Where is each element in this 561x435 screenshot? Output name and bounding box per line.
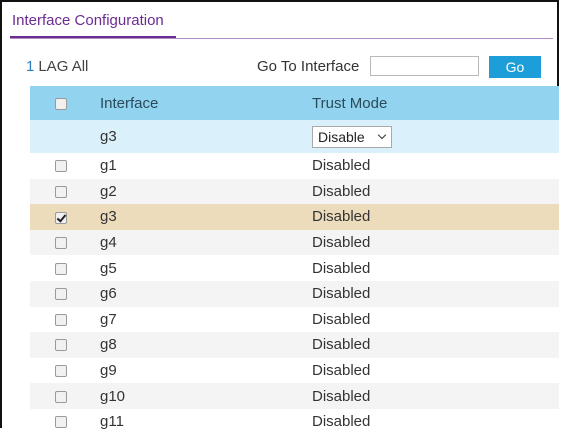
edit-row-check-cell bbox=[30, 120, 92, 153]
tab-interface-configuration[interactable]: Interface Configuration bbox=[12, 12, 164, 29]
table-row[interactable]: g5 Disabled bbox=[30, 255, 559, 281]
row-trust-mode: Disabled bbox=[312, 336, 371, 354]
table-row[interactable]: g7 Disabled bbox=[30, 306, 559, 333]
row-interface: g4 bbox=[100, 234, 117, 252]
row-checkbox[interactable] bbox=[55, 160, 67, 173]
go-button[interactable]: Go bbox=[489, 56, 541, 78]
row-interface: g2 bbox=[100, 182, 117, 200]
table-row[interactable]: g2 Disabled bbox=[30, 178, 559, 205]
row-trust-mode: Disabled bbox=[312, 157, 371, 175]
row-check-cell bbox=[30, 358, 92, 384]
row-interface: g1 bbox=[100, 157, 117, 175]
row-interface: g6 bbox=[100, 285, 117, 303]
row-trust-mode: Disabled bbox=[312, 182, 371, 200]
row-check-cell bbox=[30, 204, 92, 230]
row-checkbox[interactable] bbox=[55, 416, 67, 429]
row-check-cell bbox=[30, 281, 92, 307]
interface-table: Interface Trust Mode g3 Disable g1 Disabl… bbox=[30, 86, 559, 435]
row-interface: g5 bbox=[100, 259, 117, 277]
table-row[interactable]: g8 Disabled bbox=[30, 332, 559, 358]
row-checkbox[interactable] bbox=[55, 365, 67, 378]
row-check-cell bbox=[30, 409, 92, 435]
select-all-checkbox[interactable] bbox=[55, 97, 67, 110]
edit-row: g3 Disable bbox=[30, 120, 559, 153]
row-trust-mode: Disabled bbox=[312, 208, 371, 226]
row-checkbox[interactable] bbox=[55, 262, 67, 275]
row-checkbox[interactable] bbox=[55, 211, 67, 224]
column-header-trust-mode[interactable]: Trust Mode bbox=[302, 86, 559, 120]
row-interface: g3 bbox=[100, 208, 117, 226]
edit-row-trust-cell: Disable bbox=[302, 120, 559, 153]
row-checkbox[interactable] bbox=[55, 185, 67, 198]
header-select-all-cell bbox=[30, 86, 92, 120]
row-check-cell bbox=[30, 153, 92, 179]
lag-all-link[interactable]: LAG All bbox=[38, 58, 88, 75]
table-row[interactable]: g9 Disabled bbox=[30, 357, 559, 384]
row-check-cell bbox=[30, 383, 92, 409]
row-checkbox[interactable] bbox=[55, 237, 67, 250]
row-trust-mode: Disabled bbox=[312, 285, 371, 303]
row-trust-mode: Disabled bbox=[312, 310, 371, 328]
row-check-cell bbox=[30, 332, 92, 358]
row-check-cell bbox=[30, 307, 92, 333]
row-interface: g7 bbox=[100, 310, 117, 328]
row-trust-mode: Disabled bbox=[312, 362, 371, 380]
trust-mode-select-value: Disable bbox=[318, 128, 365, 145]
row-trust-mode: Disabled bbox=[312, 259, 371, 277]
row-interface: g10 bbox=[100, 387, 126, 405]
row-trust-mode: Disabled bbox=[312, 413, 371, 431]
table-row[interactable]: g1 Disabled bbox=[30, 153, 559, 179]
row-trust-mode: Disabled bbox=[312, 234, 371, 252]
table-row[interactable]: g11 Disabled bbox=[30, 408, 559, 435]
lag-filter[interactable]: 1 LAG All bbox=[26, 58, 88, 75]
row-checkbox[interactable] bbox=[55, 390, 67, 403]
row-trust-mode: Disabled bbox=[312, 387, 371, 405]
goto-interface-label: Go To Interface bbox=[257, 58, 360, 75]
edit-row-interface: g3 bbox=[100, 128, 117, 145]
title-divider bbox=[10, 38, 553, 39]
row-interface: g9 bbox=[100, 362, 117, 380]
trust-mode-select[interactable]: Disable bbox=[312, 125, 392, 148]
goto-interface-input[interactable] bbox=[370, 56, 479, 76]
table-row[interactable]: g4 Disabled bbox=[30, 229, 559, 256]
table-header-row: Interface Trust Mode bbox=[30, 86, 559, 120]
lag-number[interactable]: 1 bbox=[26, 58, 34, 75]
row-interface: g8 bbox=[100, 336, 117, 354]
row-check-cell bbox=[30, 230, 92, 256]
row-check-cell bbox=[30, 179, 92, 205]
row-checkbox[interactable] bbox=[55, 313, 67, 326]
table-row[interactable]: g6 Disabled bbox=[30, 280, 559, 307]
column-header-interface[interactable]: Interface bbox=[92, 86, 302, 120]
row-checkbox[interactable] bbox=[55, 339, 67, 352]
chevron-down-icon bbox=[377, 130, 387, 139]
table-row[interactable]: g10 Disabled bbox=[30, 383, 559, 409]
row-check-cell bbox=[30, 255, 92, 281]
row-interface: g11 bbox=[100, 413, 124, 431]
row-checkbox[interactable] bbox=[55, 288, 67, 301]
table-row[interactable]: g3 Disabled bbox=[30, 204, 559, 230]
